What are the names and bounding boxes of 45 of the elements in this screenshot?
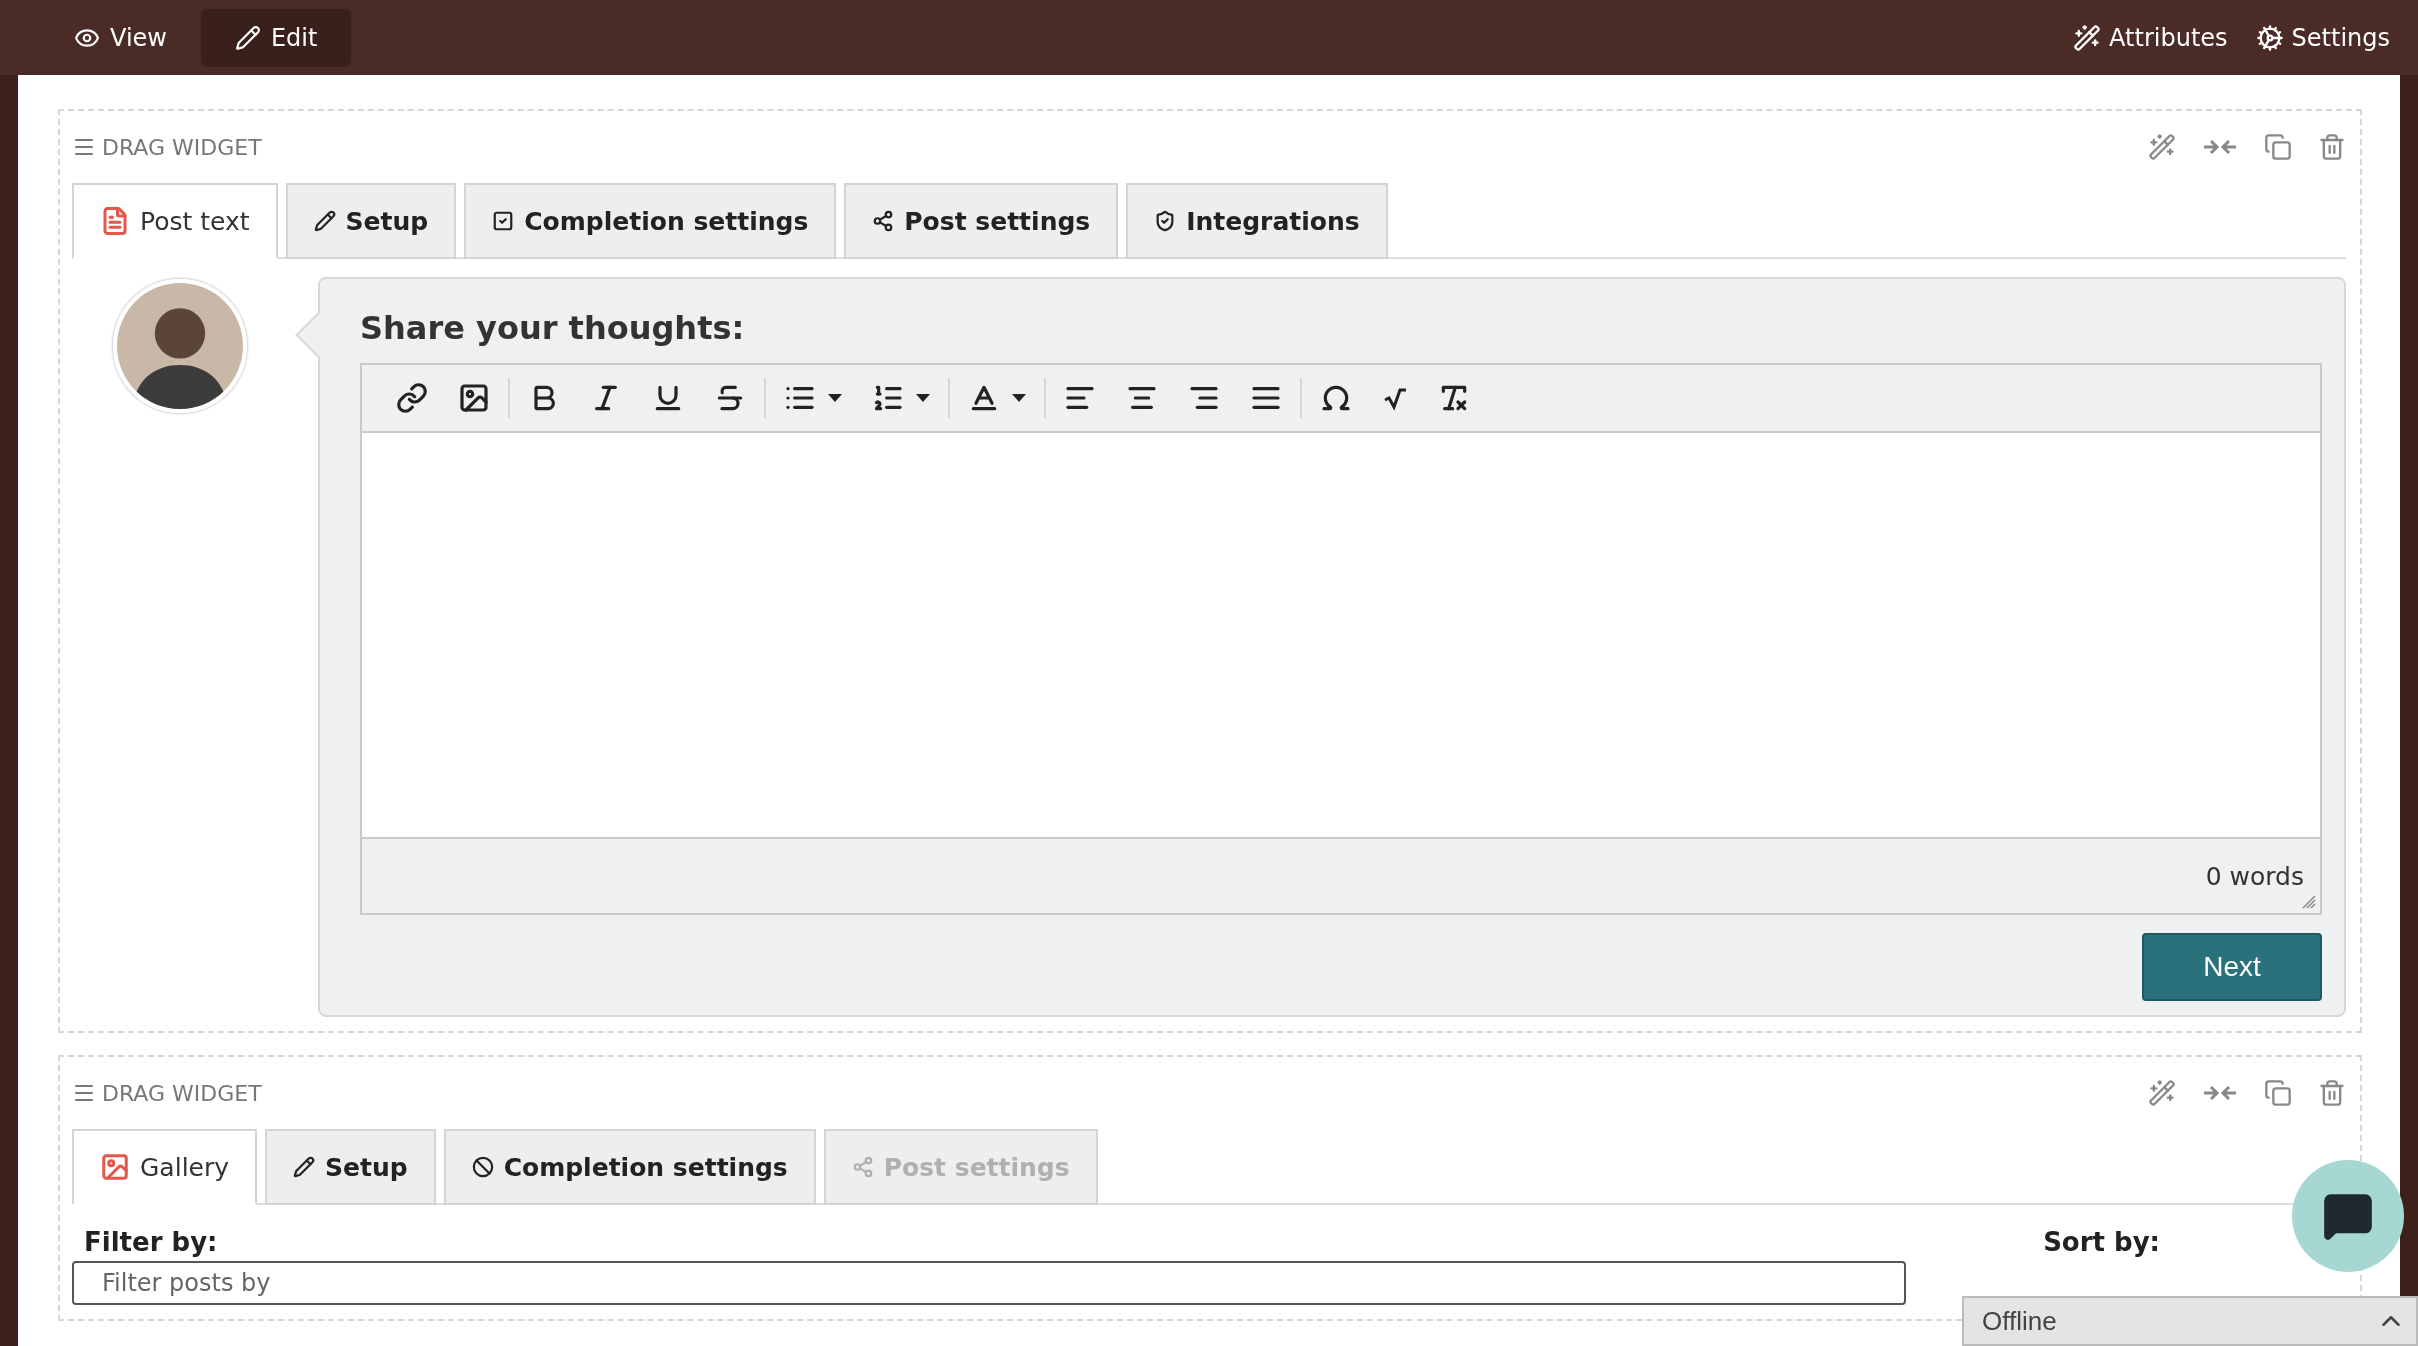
share-icon [851, 1156, 874, 1178]
text-editor[interactable]: 0 words [360, 363, 2322, 915]
copy-icon[interactable] [2264, 133, 2292, 161]
magic-wand-icon[interactable] [2148, 1079, 2176, 1107]
image-icon [100, 1152, 130, 1182]
magic-wand-icon [2073, 23, 2102, 52]
tab[interactable]: Gallery [72, 1129, 258, 1205]
share-icon [872, 210, 895, 232]
copy-icon[interactable] [2264, 1079, 2292, 1107]
chat-status-bar[interactable]: Offline [1962, 1296, 2418, 1346]
tab[interactable]: Completion settings [443, 1129, 816, 1205]
tab[interactable]: Integrations [1126, 183, 1388, 259]
trash-icon[interactable] [2318, 1079, 2346, 1107]
tab[interactable]: Post text [72, 183, 278, 259]
caret-icon [916, 394, 930, 402]
next-button[interactable]: Next [2142, 933, 2322, 1001]
filter-field[interactable]: Filter posts by [72, 1261, 1906, 1305]
drag-widget-label: DRAG WIDGET [102, 1080, 262, 1106]
sort-label: Sort by: [2043, 1227, 2160, 1257]
pencil-icon [293, 1156, 316, 1178]
pencil-icon [234, 24, 261, 51]
checkbox-icon [492, 210, 515, 232]
tab[interactable]: Completion settings [464, 183, 837, 259]
tab[interactable]: Setup [285, 183, 457, 259]
chat-status: Offline [1982, 1305, 2057, 1337]
drag-widget-label: DRAG WIDGET [102, 134, 262, 160]
resize-grip-icon[interactable] [2302, 895, 2316, 909]
pencil-icon [313, 210, 336, 232]
magic-wand-icon[interactable] [2148, 133, 2176, 161]
caret-icon [828, 394, 842, 402]
tab[interactable]: Setup [265, 1129, 436, 1205]
ban-icon [471, 1156, 494, 1178]
top-bar-link[interactable]: Attributes [2059, 23, 2242, 52]
mode-tab[interactable]: View [40, 8, 201, 67]
mode-tab[interactable]: Edit [200, 8, 352, 67]
image-icon [458, 382, 490, 414]
caret-icon [1012, 394, 1026, 402]
composer-title: Share your thoughts: [360, 309, 746, 347]
gear-icon [2255, 23, 2284, 52]
link-icon [396, 382, 428, 414]
tab[interactable]: Post settings [844, 183, 1119, 259]
top-bar-link[interactable]: Settings [2241, 23, 2404, 52]
trash-icon[interactable] [2318, 133, 2346, 161]
filter-label: Filter by: [83, 1227, 218, 1257]
word-count: 0 words [2205, 861, 2304, 891]
